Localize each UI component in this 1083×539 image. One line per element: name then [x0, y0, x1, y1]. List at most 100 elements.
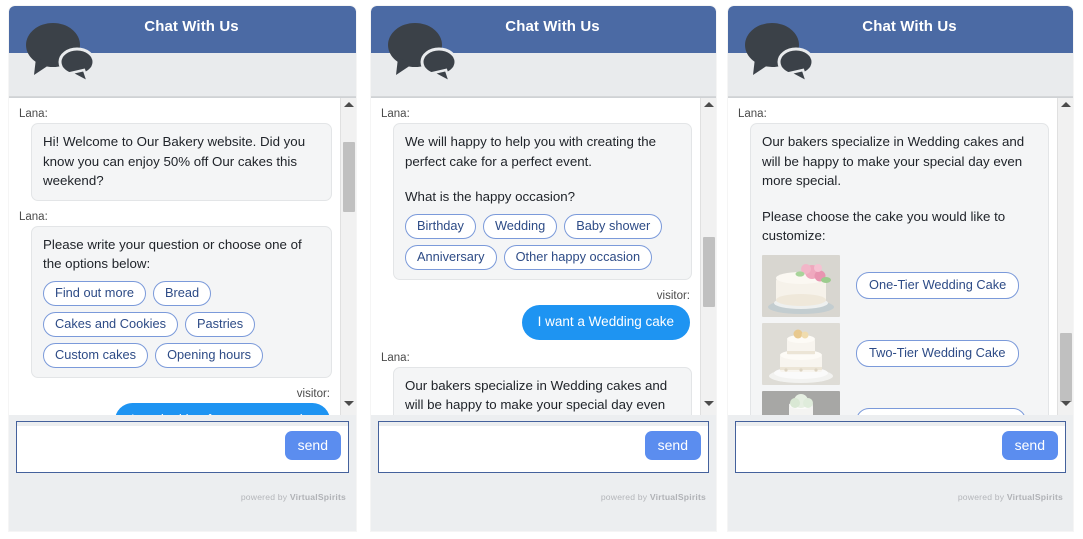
- quick-reply-other-happy-occasion[interactable]: Other happy occasion: [503, 244, 653, 270]
- quick-reply-options: Birthday Wedding Baby shower Anniversary…: [405, 213, 680, 270]
- quick-reply-wedding[interactable]: Wedding: [482, 213, 558, 239]
- speaker-label: Lana:: [381, 108, 410, 120]
- agent-message-bubble: Hi! Welcome to Our Bakery website. Did y…: [31, 123, 332, 201]
- scroll-up-arrow-icon[interactable]: [344, 102, 354, 112]
- chat-scrollbar-3[interactable]: [1057, 98, 1073, 415]
- chat-header-subbar: [9, 53, 356, 97]
- powered-brand: VirtualSpirits: [1006, 492, 1063, 502]
- scroll-down-arrow-icon[interactable]: [704, 401, 714, 411]
- cake-choice-list: One-Tier Wedding Cake Two-Tier Wedding C…: [762, 254, 1037, 415]
- chat-scrollbar-1[interactable]: [340, 98, 356, 415]
- quick-reply-baby-shower[interactable]: Baby shower: [564, 213, 663, 239]
- composer-top-strip: [736, 422, 1065, 426]
- powered-prefix: powered by: [240, 492, 290, 502]
- quick-reply-find-out-more[interactable]: Find out more: [43, 280, 146, 306]
- chat-body-3: Lana: Our bakers specialize in Wedding c…: [728, 97, 1073, 415]
- quick-reply-birthday[interactable]: Birthday: [405, 213, 476, 239]
- send-button[interactable]: send: [644, 431, 701, 460]
- cake-choice-row: One-Tier Wedding Cake: [762, 254, 1037, 317]
- chat-header-title: Chat With Us: [505, 18, 600, 35]
- chat-header-subbar: [728, 53, 1073, 97]
- message-composer-2: send: [378, 421, 709, 473]
- chat-widget-panel-1: Chat With Us Lana: Hi! Welcome to Our Ba…: [9, 6, 356, 531]
- widget-footer-1: powered by VirtualSpirits: [9, 473, 356, 531]
- send-button[interactable]: send: [284, 431, 341, 460]
- send-button[interactable]: send: [1001, 431, 1058, 460]
- speaker-label: Lana:: [738, 108, 767, 120]
- powered-prefix: powered by: [600, 492, 650, 502]
- message-composer-1: send: [16, 421, 349, 473]
- message-text: Hi! Welcome to Our Bakery website. Did y…: [43, 134, 306, 188]
- scroll-down-arrow-icon[interactable]: [1061, 401, 1071, 411]
- chat-body-2: Lana: We will happy to help you with cre…: [371, 97, 716, 415]
- two-tier-wedding-cake-photo: [762, 322, 840, 385]
- message-input[interactable]: [25, 430, 270, 466]
- cake-option-two-tier[interactable]: Two-Tier Wedding Cake: [856, 340, 1019, 367]
- scrollbar-thumb[interactable]: [1060, 332, 1072, 403]
- quick-reply-cakes-and-cookies[interactable]: Cakes and Cookies: [43, 311, 178, 337]
- message-text: We will happy to help you with creating …: [405, 134, 657, 169]
- chat-header-subbar: [371, 53, 716, 97]
- composer-top-strip: [379, 422, 708, 426]
- visitor-message-row: I want a Wedding cake: [379, 304, 692, 348]
- scroll-up-arrow-icon[interactable]: [1061, 102, 1071, 112]
- chat-messages-2: Lana: We will happy to help you with cre…: [371, 98, 700, 415]
- message-input[interactable]: [387, 430, 630, 466]
- quick-reply-options: Find out more Bread Cakes and Cookies Pa…: [43, 280, 320, 368]
- three-tier-wedding-cake-photo: [762, 390, 840, 415]
- powered-brand: VirtualSpirits: [649, 492, 706, 502]
- chat-header-title: Chat With Us: [144, 18, 239, 35]
- quick-reply-opening-hours[interactable]: Opening hours: [155, 342, 264, 368]
- visitor-message-bubble: I want a Wedding cake: [521, 304, 690, 340]
- powered-by-label: powered by VirtualSpirits: [958, 492, 1063, 502]
- scroll-down-arrow-icon[interactable]: [344, 401, 354, 411]
- chat-scrollbar-2[interactable]: [700, 98, 716, 415]
- speaker-label: Lana:: [19, 210, 48, 223]
- speaker-label-visitor: visitor:: [656, 289, 690, 302]
- message-text: Our bakers specialize in Wedding cakes a…: [405, 377, 668, 413]
- message-text: Please write your question or choose one…: [43, 236, 302, 272]
- chat-header: Chat With Us: [728, 6, 1073, 53]
- message-prompt: Please choose the cake you would like to…: [762, 208, 1006, 244]
- scrollbar-thumb[interactable]: [343, 142, 355, 213]
- speaker-label: Lana:: [19, 108, 48, 120]
- message-composer-3: send: [735, 421, 1066, 473]
- message-input[interactable]: [744, 430, 987, 466]
- cake-choice-row: Two-Tier Wedding Cake: [762, 322, 1037, 385]
- quick-reply-custom-cakes[interactable]: Custom cakes: [43, 342, 149, 368]
- agent-message-bubble: Please write your question or choose one…: [31, 225, 332, 378]
- agent-message-bubble: Our bakers specialize in Wedding cakes a…: [750, 123, 1049, 415]
- chat-header-title: Chat With Us: [862, 18, 957, 35]
- powered-by-label: powered by VirtualSpirits: [601, 492, 706, 502]
- powered-by-label: powered by VirtualSpirits: [241, 492, 346, 502]
- agent-message-bubble: We will happy to help you with creating …: [393, 123, 692, 280]
- scroll-up-arrow-icon[interactable]: [704, 102, 714, 112]
- quick-reply-bread[interactable]: Bread: [152, 280, 212, 306]
- composer-top-strip: [17, 422, 348, 426]
- visitor-message-row: I am looking for a custom cake: [17, 402, 332, 415]
- speaker-label: Lana:: [381, 351, 410, 364]
- quick-reply-pastries[interactable]: Pastries: [184, 311, 256, 337]
- cake-option-three-tier[interactable]: Three-Tier Wedding cake: [856, 408, 1026, 415]
- chatbot-screenshot: Chat With Us Lana: Hi! Welcome to Our Ba…: [0, 0, 1083, 539]
- widget-footer-2: powered by VirtualSpirits: [371, 473, 716, 531]
- agent-message-bubble: Our bakers specialize in Wedding cakes a…: [393, 366, 692, 415]
- one-tier-wedding-cake-photo: [762, 254, 840, 317]
- quick-reply-anniversary[interactable]: Anniversary: [405, 244, 497, 270]
- chat-widget-panel-3: Chat With Us Lana: Our bakers specialize…: [728, 6, 1073, 531]
- visitor-message-bubble: I am looking for a custom cake: [114, 402, 330, 415]
- message-text: Our bakers specialize in Wedding cakes a…: [762, 134, 1025, 188]
- chat-messages-1: Lana: Hi! Welcome to Our Bakery website.…: [9, 98, 340, 415]
- chat-messages-3: Lana: Our bakers specialize in Wedding c…: [728, 98, 1057, 415]
- widget-footer-3: powered by VirtualSpirits: [728, 473, 1073, 531]
- cake-option-one-tier[interactable]: One-Tier Wedding Cake: [856, 272, 1020, 299]
- powered-brand: VirtualSpirits: [289, 492, 346, 502]
- powered-prefix: powered by: [957, 492, 1007, 502]
- cake-choice-row: Three-Tier Wedding cake: [762, 390, 1037, 415]
- chat-body-1: Lana: Hi! Welcome to Our Bakery website.…: [9, 97, 356, 415]
- speaker-label-visitor: visitor:: [296, 387, 330, 400]
- chat-header: Chat With Us: [9, 6, 356, 53]
- message-question: What is the happy occasion?: [405, 189, 576, 204]
- chat-widget-panel-2: Chat With Us Lana: We will happy to help…: [371, 6, 716, 531]
- scrollbar-thumb[interactable]: [703, 237, 715, 308]
